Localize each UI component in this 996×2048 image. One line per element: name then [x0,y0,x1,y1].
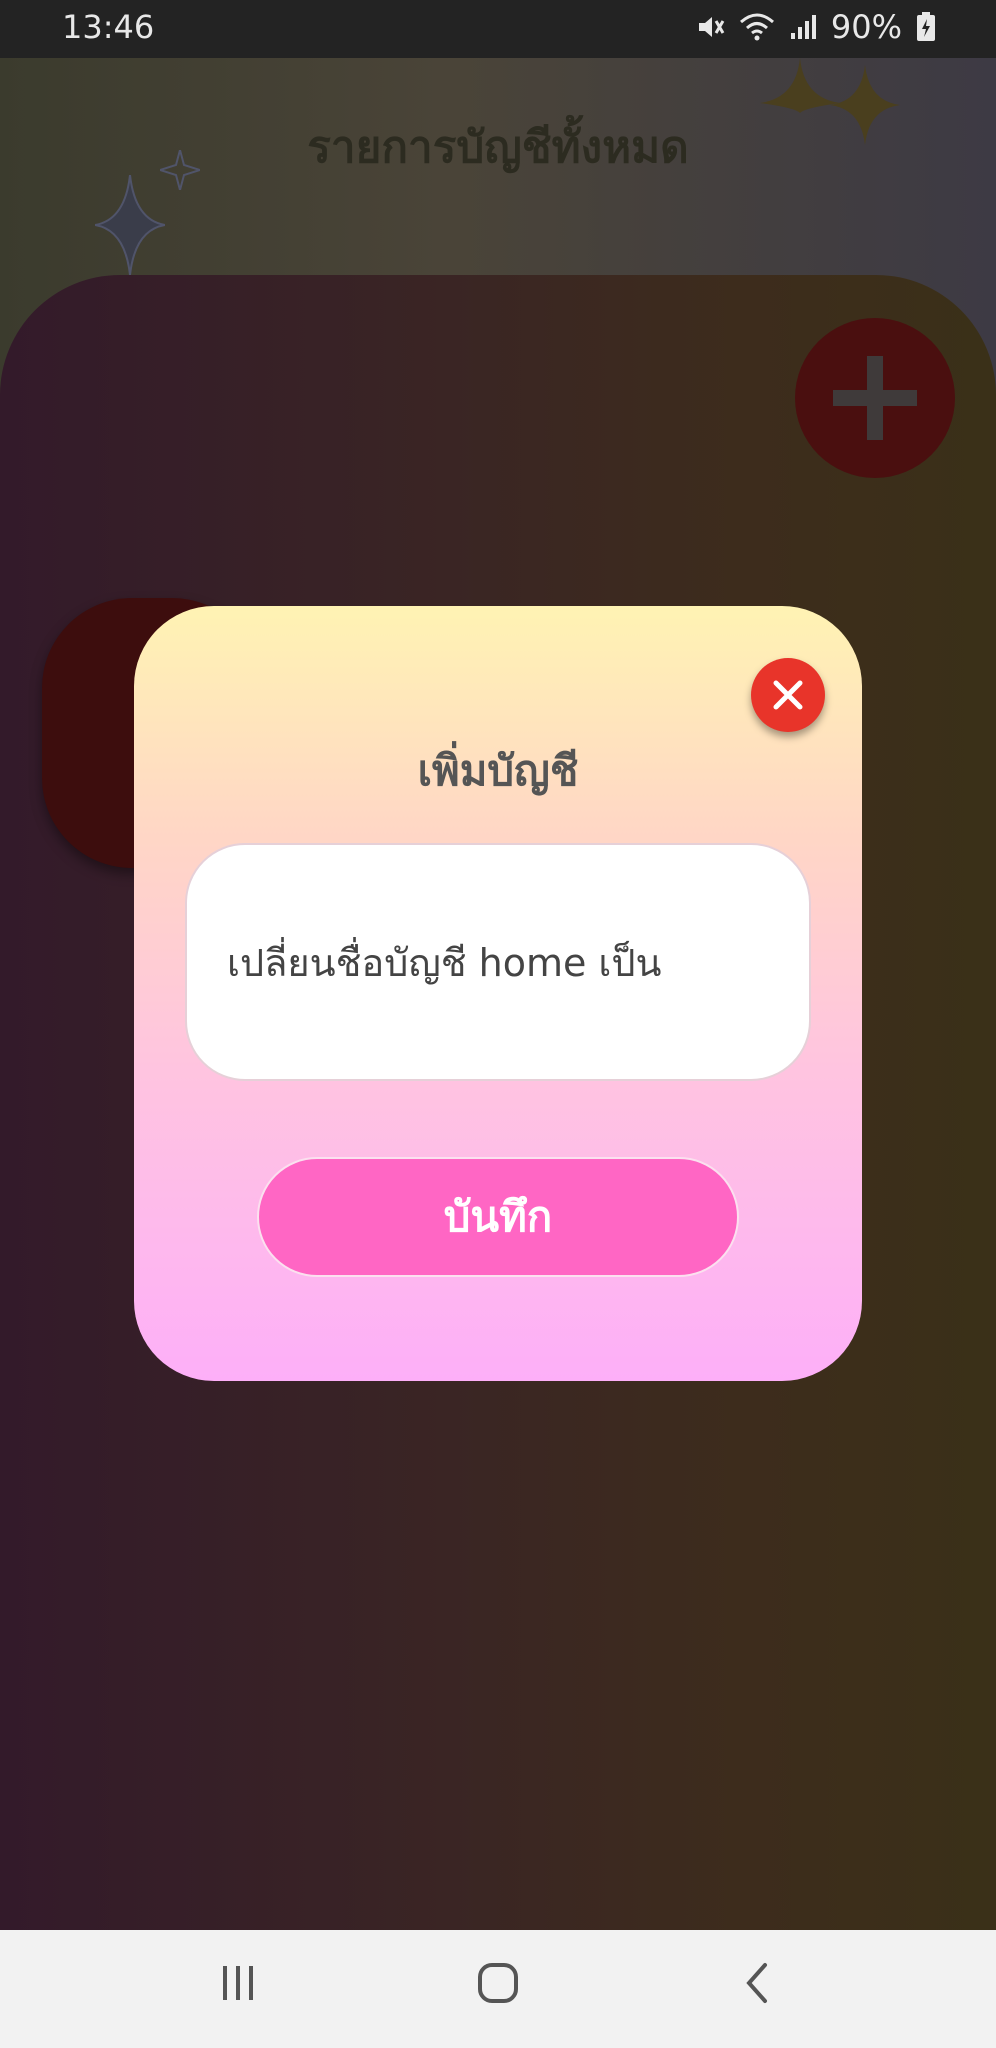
plus-icon [833,356,917,440]
sparkle-icon [760,58,840,113]
close-icon [773,680,803,710]
wifi-icon [739,13,774,41]
sparkle-icon [95,175,165,275]
back-icon[interactable] [733,1958,783,2008]
status-bar: 13:46 90% [0,0,996,58]
home-icon[interactable] [473,1958,523,2008]
add-account-button[interactable] [795,318,955,478]
battery-charging-icon [917,12,935,41]
save-button[interactable]: บันทึก [257,1157,739,1277]
dialog-title: เพิ่มบัญชี [417,746,579,795]
status-time: 13:46 [62,8,155,46]
page-title: รายการบัญชีทั้งหมด [307,122,689,173]
battery-percent: 90% [830,8,902,46]
recent-apps-icon[interactable] [213,1958,263,2008]
input-value: เปลี่ยนชื่อบัญชี home เป็น [227,940,662,985]
status-icons: 90% [695,8,936,46]
account-name-input[interactable]: เปลี่ยนชื่อบัญชี home เป็น [185,843,811,1081]
system-nav-bar [0,1930,996,2048]
mute-icon [698,17,725,37]
signal-icon [790,15,816,39]
close-dialog-button[interactable] [751,658,825,732]
